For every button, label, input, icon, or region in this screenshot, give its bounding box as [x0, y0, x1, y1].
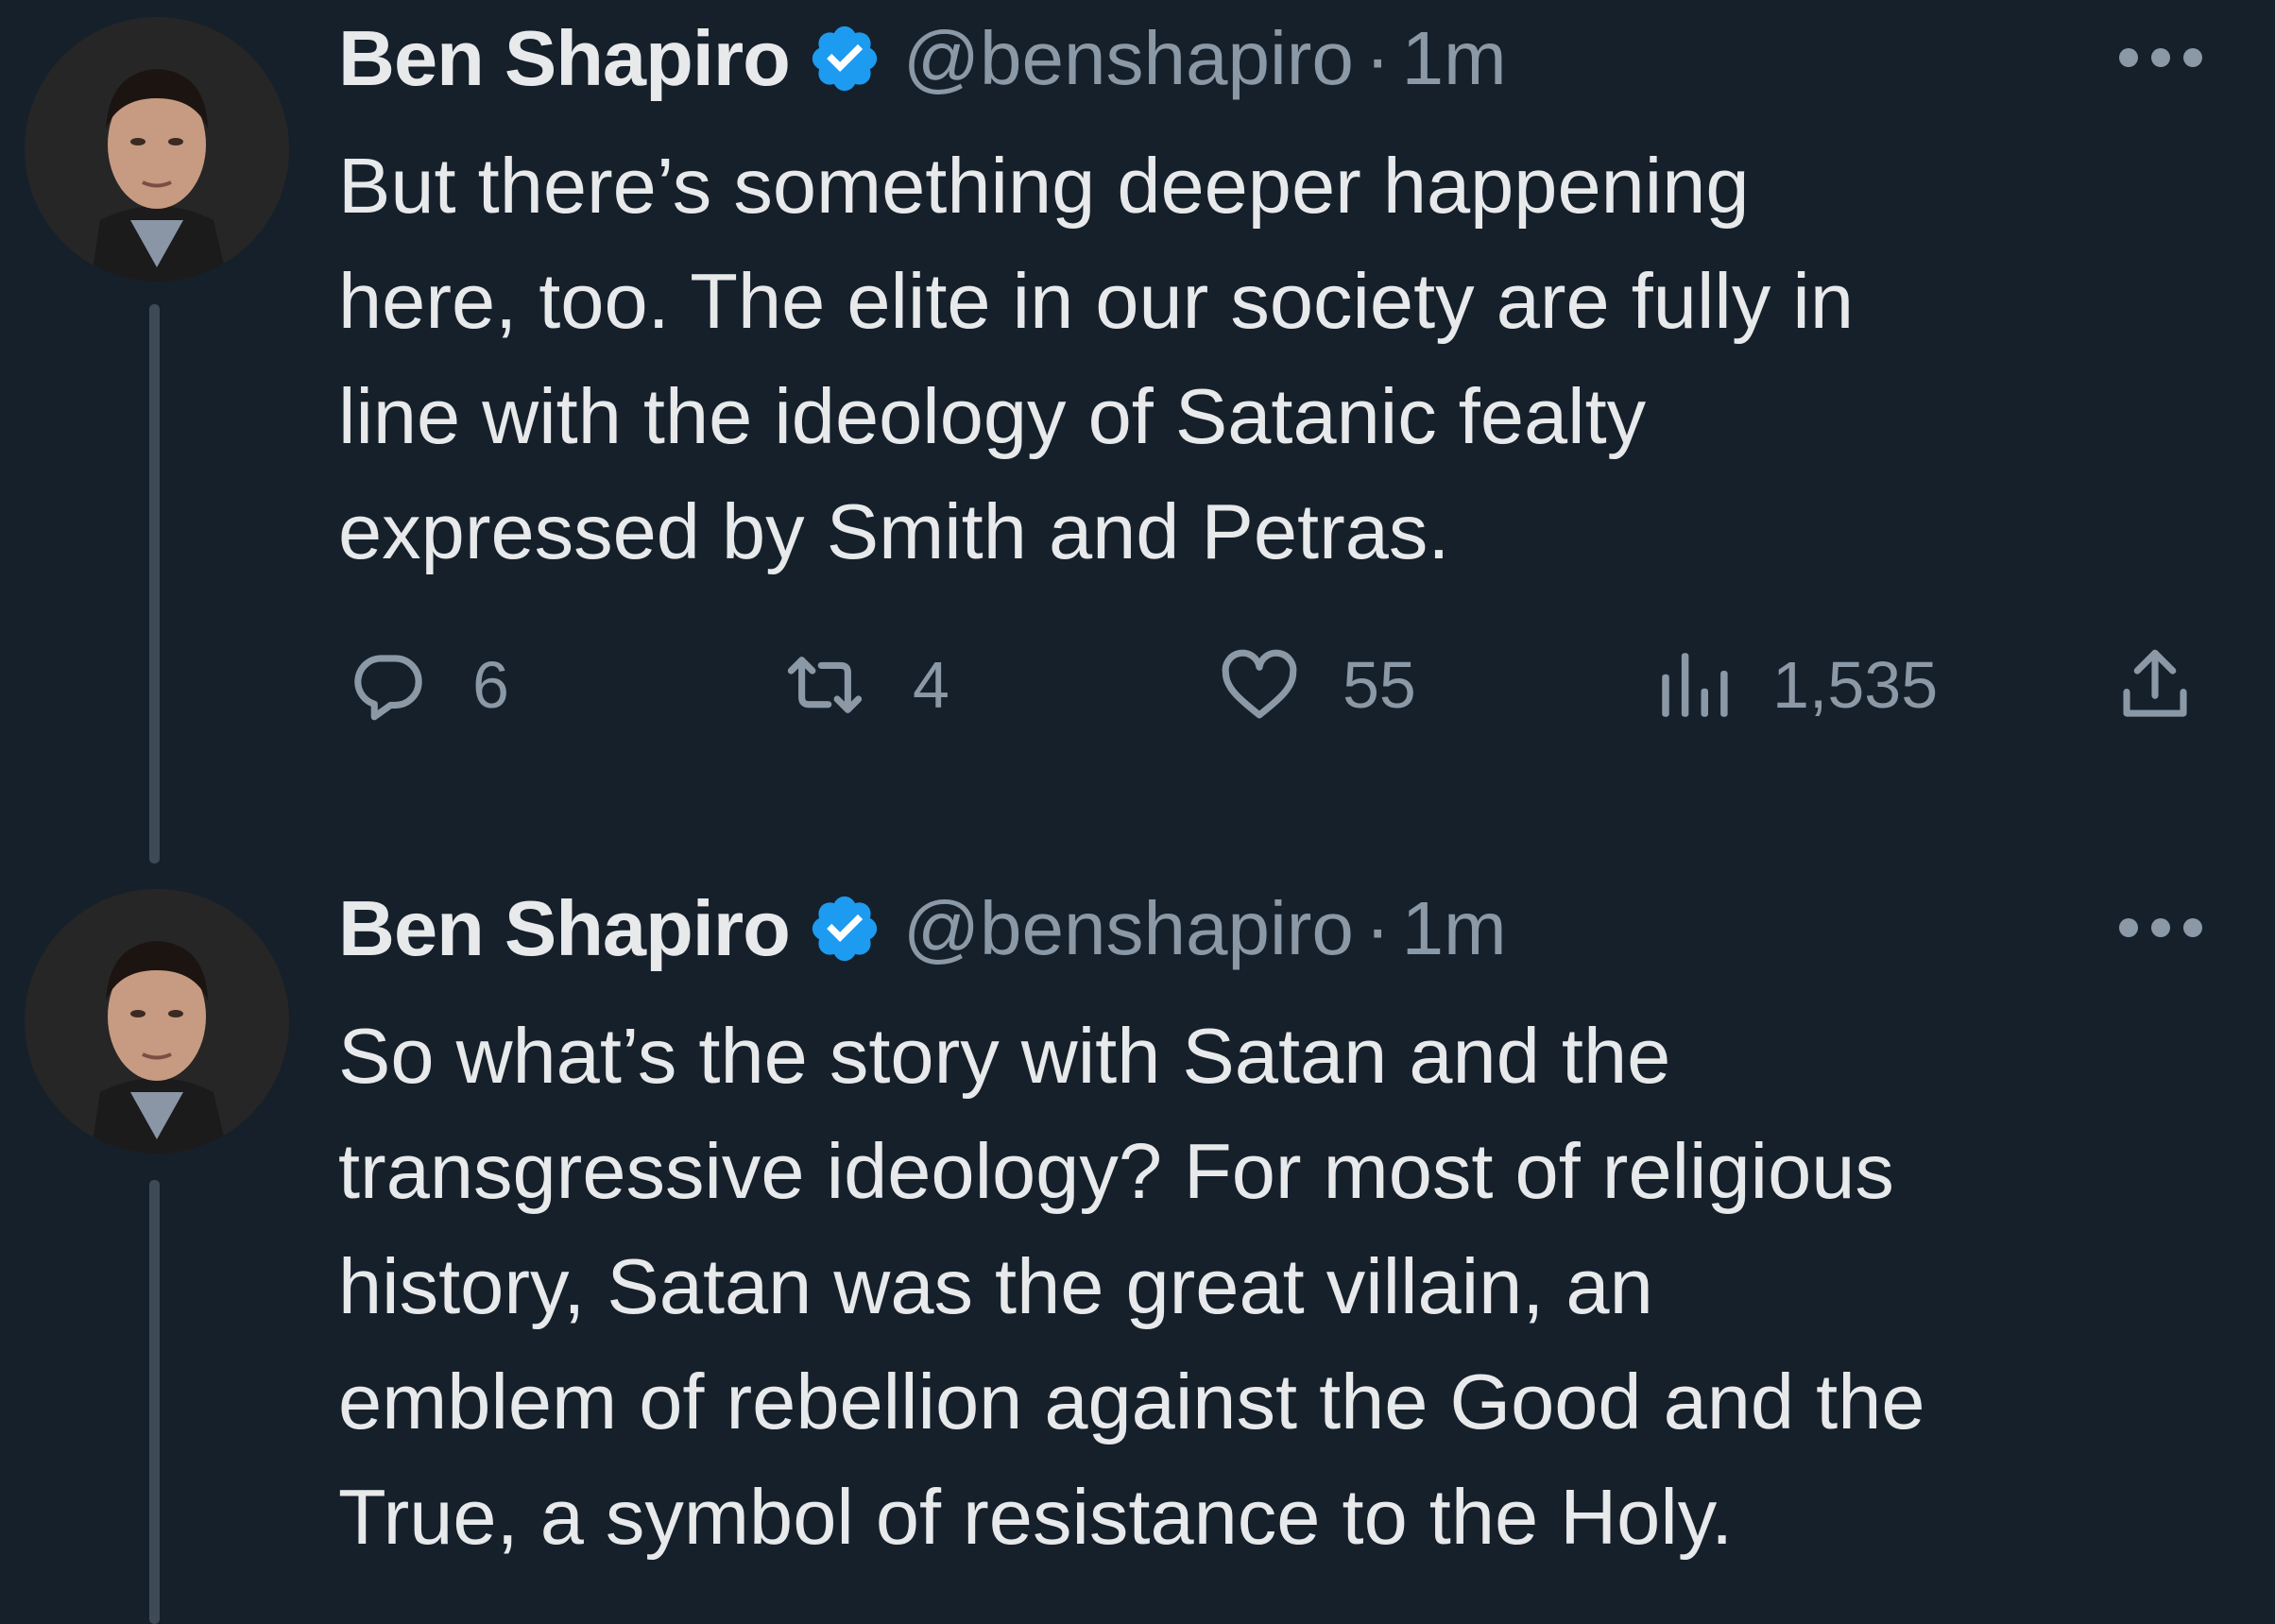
like-count: 55	[1343, 648, 1416, 722]
tweet[interactable]: Ben Shapiro @benshapiro · 1m So what’s t…	[0, 870, 2275, 1624]
author-avatar[interactable]	[25, 889, 289, 1154]
tweet-text-line: transgressive ideology? For most of reli…	[338, 1127, 1894, 1215]
thread-connector-line	[149, 1180, 160, 1624]
tweet-text-line: line with the ideology of Satanic fealty	[338, 372, 1647, 460]
avatar-portrait-image	[25, 889, 289, 1154]
tweet-text-line: here, too. The elite in our society are …	[338, 257, 1854, 345]
views-button[interactable]: 1,535	[1651, 642, 1938, 727]
separator-dot: ·	[1364, 16, 1391, 100]
tweet[interactable]: Ben Shapiro @benshapiro · 1m But there’s…	[0, 0, 2275, 870]
tweet-text: But there’s something deeper happening h…	[338, 128, 2209, 590]
share-icon	[2123, 649, 2187, 717]
author-name[interactable]: Ben Shapiro	[338, 883, 791, 974]
more-icon[interactable]	[2118, 47, 2203, 68]
tweet-text-line: True, a symbol of resistance to the Holy…	[338, 1473, 1734, 1561]
tweet-header: Ben Shapiro @benshapiro · 1m	[338, 13, 1507, 104]
author-handle[interactable]: @benshapiro	[903, 15, 1354, 102]
analytics-icon	[1662, 653, 1728, 717]
author-handle[interactable]: @benshapiro	[903, 885, 1354, 972]
author-name[interactable]: Ben Shapiro	[338, 13, 791, 104]
tweet-header: Ben Shapiro @benshapiro · 1m	[338, 883, 1507, 974]
retweet-count: 4	[913, 648, 949, 722]
more-icon[interactable]	[2118, 917, 2203, 938]
tweet-text-line: history, Satan was the great villain, an	[338, 1242, 1653, 1330]
verified-badge-icon	[807, 891, 882, 966]
tweet-text-line: expressed by Smith and Petras.	[338, 487, 1450, 575]
tweet-text-line: emblem of rebellion against the Good and…	[338, 1358, 1925, 1445]
like-button[interactable]: 55	[1212, 642, 1416, 727]
tweet-text-line: But there’s something deeper happening	[338, 142, 1750, 230]
tweet-text-line: So what’s the story with Satan and the	[338, 1012, 1671, 1100]
heart-icon	[1222, 649, 1297, 719]
share-button[interactable]	[2112, 642, 2198, 727]
thread-connector-line	[149, 304, 160, 863]
reply-count: 6	[472, 648, 509, 722]
retweet-icon	[787, 657, 863, 713]
author-avatar[interactable]	[25, 17, 289, 282]
tweet-timestamp[interactable]: 1m	[1402, 15, 1507, 102]
avatar-portrait-image	[25, 17, 289, 282]
reply-icon	[354, 655, 422, 721]
verified-badge-icon	[807, 21, 882, 96]
views-count: 1,535	[1772, 648, 1939, 722]
separator-dot: ·	[1364, 886, 1391, 970]
tweet-timestamp[interactable]: 1m	[1402, 885, 1507, 972]
reply-button[interactable]: 6	[342, 642, 509, 727]
tweet-actions-bar: 6 4 55 1,535	[0, 642, 2275, 727]
tweet-text: So what’s the story with Satan and the t…	[338, 999, 2209, 1575]
retweet-button[interactable]: 4	[773, 642, 949, 727]
